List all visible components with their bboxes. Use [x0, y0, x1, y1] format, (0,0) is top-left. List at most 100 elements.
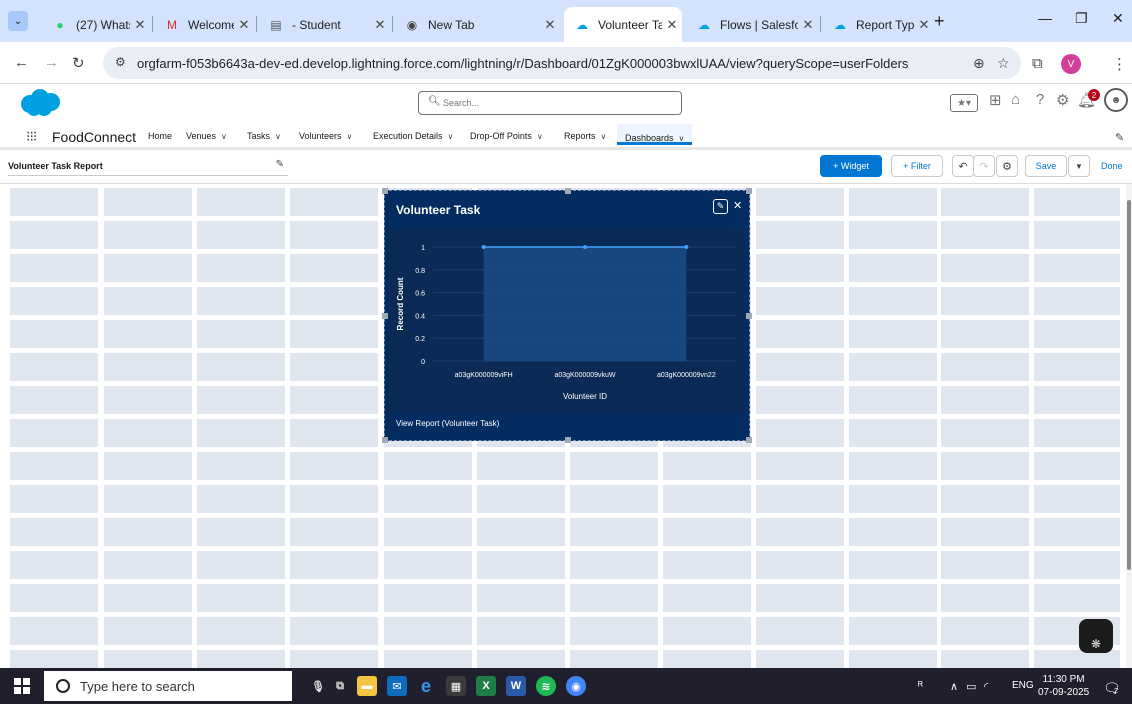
properties-gear-icon[interactable]: ⚙	[996, 155, 1018, 177]
site-info-icon[interactable]: ⚙	[115, 55, 126, 69]
edit-widget-pencil-icon[interactable]: ✎	[713, 199, 728, 214]
restore-icon[interactable]: ❐	[1075, 10, 1088, 27]
user-avatar-icon[interactable]: ☻	[1104, 88, 1128, 112]
global-actions-icon[interactable]: ⊞	[989, 91, 1002, 109]
dashboard-name[interactable]: Volunteer Task Report	[8, 161, 103, 171]
chevron-down-icon[interactable]: ∨	[275, 132, 281, 141]
close-tab-icon[interactable]: ✕	[370, 17, 390, 33]
url-text[interactable]: orgfarm-f053b6643a-dev-ed.develop.lightn…	[137, 56, 908, 71]
input-language[interactable]: ENG	[1012, 680, 1034, 691]
resize-handle-s[interactable]	[565, 437, 571, 443]
profile-avatar[interactable]: V	[1061, 54, 1081, 74]
action-center-icon[interactable]: 🗨︎	[1103, 680, 1121, 697]
help-icon[interactable]: ?	[1036, 91, 1044, 108]
resize-handle-n[interactable]	[565, 188, 571, 194]
favorites-icon[interactable]: ★▾	[950, 94, 978, 112]
new-tab-button[interactable]: +	[934, 11, 945, 32]
chevron-down-icon[interactable]: ∨	[601, 132, 607, 141]
canvas-scrollbar[interactable]	[1126, 184, 1132, 668]
taskbar-search-box[interactable]: Type here to search	[44, 671, 292, 701]
nav-item[interactable]: Tasks ∨	[247, 131, 281, 141]
store-icon[interactable]: ▦	[446, 676, 466, 696]
minimize-icon[interactable]: —	[1038, 10, 1052, 26]
task-view-icon[interactable]: ⧉	[330, 676, 350, 696]
undo-icon[interactable]: ↶	[952, 155, 974, 177]
microphone-icon[interactable]: 🎙︎	[308, 676, 328, 696]
close-tab-icon[interactable]: ✕	[540, 17, 560, 33]
resize-handle-nw[interactable]	[382, 188, 388, 194]
add-filter-button[interactable]: + Filter	[891, 155, 943, 177]
global-search-input[interactable]	[443, 95, 673, 111]
file-explorer-icon[interactable]: ▬	[357, 676, 377, 696]
app-launcher-icon[interactable]: ⁝⁝⁝	[26, 128, 37, 145]
nav-item[interactable]: Home	[148, 131, 172, 141]
spotify-icon[interactable]: ≋	[536, 676, 556, 696]
setup-gear-icon[interactable]: ⚙	[1056, 91, 1069, 109]
chevron-down-icon[interactable]: ∨	[221, 132, 227, 141]
browser-tab[interactable]: ☁ Volunteer Task R✕	[564, 7, 682, 42]
forward-icon[interactable]: →	[44, 54, 59, 71]
tab-search-chevron-icon[interactable]: ⌄	[8, 11, 28, 31]
add-widget-button[interactable]: + Widget	[820, 155, 882, 177]
edit-name-pencil-icon[interactable]: ✎	[276, 159, 284, 170]
chart-widget[interactable]: Volunteer Task ✎ ✕ 0 0.2 0.4 0.6 0.8 1 a03gK00…	[382, 188, 752, 443]
browser-tab[interactable]: ☁ Flows | Salesforc✕	[686, 7, 818, 42]
nav-item[interactable]: Drop-Off Points ∨	[470, 131, 543, 141]
chevron-down-icon[interactable]: ∨	[347, 132, 353, 141]
browser-tab[interactable]: ● (27) WhatsApp✕	[42, 7, 150, 42]
taskbar-search-placeholder[interactable]: Type here to search	[80, 679, 195, 694]
redo-icon[interactable]: ↷	[973, 155, 995, 177]
extensions-icon[interactable]: ⧉	[1032, 55, 1043, 72]
show-hidden-icons-chevron[interactable]: ∧	[950, 680, 958, 693]
browser-tab[interactable]: ☁ Report Types | S✕	[822, 7, 934, 42]
chrome-taskbar-icon[interactable]: ◉	[566, 676, 586, 696]
resize-handle-e[interactable]	[746, 313, 752, 319]
save-button[interactable]: Save	[1025, 155, 1067, 177]
wifi-icon[interactable]: ◜	[984, 680, 988, 693]
nav-item[interactable]: Reports ∨	[564, 131, 606, 141]
scrollbar-thumb[interactable]	[1127, 200, 1131, 570]
chrome-menu-icon[interactable]: ⋮	[1112, 55, 1127, 73]
resize-handle-ne[interactable]	[746, 188, 752, 194]
trailhead-icon[interactable]: ⌂	[1011, 91, 1020, 108]
bookmark-star-icon[interactable]: ☆	[997, 55, 1010, 72]
chevron-down-icon[interactable]: ∨	[679, 134, 685, 143]
close-window-icon[interactable]: ✕	[1112, 10, 1124, 27]
recorder-overlay-icon[interactable]: ❋	[1079, 619, 1113, 653]
close-tab-icon[interactable]: ✕	[234, 17, 254, 33]
word-icon[interactable]: W	[506, 676, 526, 696]
dashboard-name-field[interactable]: Volunteer Task Report ✎	[8, 158, 288, 176]
nav-item[interactable]: Execution Details ∨	[373, 131, 453, 141]
browser-tab[interactable]: ◉ New Tab ✕	[394, 7, 560, 42]
people-icon[interactable]: ᴿ	[918, 680, 923, 692]
save-menu-chevron-icon[interactable]: ▼	[1068, 155, 1090, 177]
edge-icon[interactable]: e	[416, 676, 436, 696]
done-button[interactable]: Done	[1101, 161, 1123, 171]
url-field[interactable]: ⚙ orgfarm-f053b6643a-dev-ed.develop.ligh…	[103, 47, 1021, 79]
resize-handle-w[interactable]	[382, 313, 388, 319]
close-tab-icon[interactable]: ✕	[130, 17, 150, 33]
resize-handle-se[interactable]	[746, 437, 752, 443]
remove-widget-close-icon[interactable]: ✕	[733, 199, 742, 212]
edit-nav-pencil-icon[interactable]: ✎	[1115, 131, 1124, 144]
salesforce-logo-icon[interactable]	[18, 88, 62, 118]
browser-tab[interactable]: M Welcome to Sale✕	[154, 7, 254, 42]
chevron-down-icon[interactable]: ∨	[448, 132, 454, 141]
view-report-link[interactable]: View Report (Volunteer Task)	[396, 419, 499, 428]
resize-handle-sw[interactable]	[382, 437, 388, 443]
mail-icon[interactable]: ✉	[387, 676, 407, 696]
nav-item[interactable]: Dashboards ∨	[617, 124, 693, 145]
taskbar-clock[interactable]: 11:30 PM 07-09-2025	[1038, 673, 1089, 699]
zoom-icon[interactable]: ⊕	[973, 55, 985, 72]
chevron-down-icon[interactable]: ∨	[537, 132, 543, 141]
global-search-box[interactable]: 🔍︎	[418, 91, 682, 115]
browser-tab[interactable]: ▤ - Student ✕	[258, 7, 390, 42]
nav-item[interactable]: Venues ∨	[186, 131, 227, 141]
close-tab-icon[interactable]: ✕	[914, 17, 934, 33]
close-tab-icon[interactable]: ✕	[662, 17, 682, 33]
battery-icon[interactable]: ▭	[966, 680, 976, 693]
nav-item[interactable]: Volunteers ∨	[299, 131, 352, 141]
reload-icon[interactable]: ↻	[72, 54, 85, 72]
close-tab-icon[interactable]: ✕	[798, 17, 818, 33]
windows-start-icon[interactable]	[14, 678, 30, 694]
